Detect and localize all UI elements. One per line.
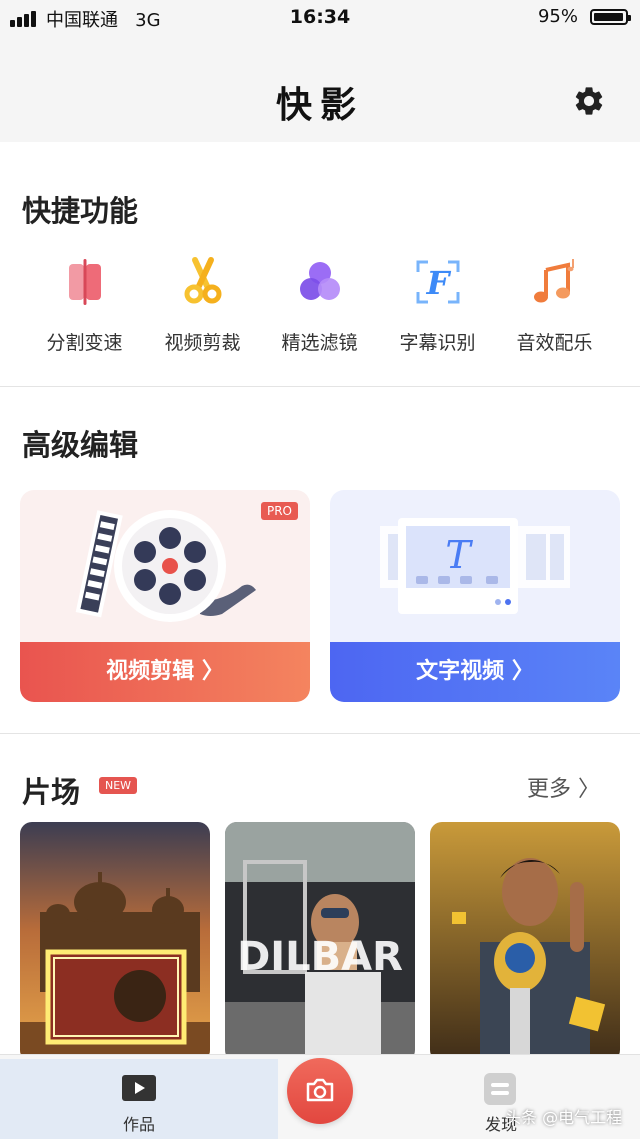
subtitle-recognition-icon: F	[416, 260, 460, 304]
battery-icon	[590, 9, 631, 25]
quick-function-label: 精选滤镜	[281, 332, 358, 354]
scene-thumbnail-trophy[interactable]	[430, 822, 620, 1062]
app-title: 快影	[275, 85, 364, 126]
tab-works-label: 作品	[122, 1115, 155, 1134]
quick-function-label: 字幕识别	[399, 332, 476, 354]
advanced-edit-title: 高级编辑	[22, 428, 139, 462]
quick-function-label: 音效配乐	[516, 332, 593, 354]
discover-icon	[484, 1073, 516, 1105]
play-video-icon	[122, 1075, 156, 1101]
text-video-letter: T	[445, 533, 473, 577]
dilbar-poster-image: DILBAR	[225, 822, 415, 1062]
new-badge: NEW	[99, 777, 138, 794]
more-link[interactable]: 更多 〉	[527, 771, 600, 803]
gear-icon[interactable]	[572, 84, 606, 118]
text-video-card[interactable]: T 文字视频 〉	[330, 490, 620, 702]
video-edit-button[interactable]: 视频剪辑 〉	[20, 642, 310, 702]
dilbar-text: DILBAR	[237, 934, 403, 980]
status-bar: 中国联通 3G 16:34 95%	[0, 0, 640, 36]
svg-text:F: F	[426, 264, 452, 302]
quick-function-video-crop[interactable]: 视频剪裁	[144, 256, 261, 356]
text-video-button[interactable]: 文字视频 〉	[330, 642, 620, 702]
battery-percent: 95%	[537, 6, 578, 27]
filter-circles-icon	[300, 262, 340, 300]
trophy-man-image	[430, 822, 620, 1062]
quick-function-label: 分割变速	[46, 332, 123, 354]
battery-fill	[594, 13, 623, 21]
section-divider	[0, 733, 640, 734]
scenes-title: 片场	[22, 775, 81, 809]
music-note-icon	[534, 259, 574, 303]
tab-works[interactable]: 作品	[0, 1059, 278, 1139]
watermark-text: 头条 @电气工程	[505, 1108, 623, 1127]
quick-function-music[interactable]: 音效配乐	[496, 256, 613, 356]
quick-function-subtitle[interactable]: F 字幕识别	[379, 256, 496, 356]
camera-icon	[306, 1078, 334, 1102]
text-video-icon: T	[380, 518, 570, 614]
section-divider	[0, 386, 640, 387]
quick-functions-title: 快捷功能	[22, 194, 139, 228]
video-edit-card[interactable]: PRO 视频剪辑 〉	[20, 490, 310, 702]
golden-temple-frame-image	[20, 822, 210, 1062]
pro-badge: PRO	[260, 502, 298, 520]
scene-thumbnail-dilbar[interactable]: DILBAR	[225, 822, 415, 1062]
split-speed-icon	[69, 259, 101, 305]
quick-function-label: 视频剪裁	[164, 332, 241, 354]
quick-function-filters[interactable]: 精选滤镜	[261, 256, 378, 356]
quick-function-split-speed[interactable]: 分割变速	[26, 256, 143, 356]
top-nav-bar: 快影	[0, 36, 640, 142]
camera-button[interactable]	[287, 1058, 353, 1124]
scene-thumbnail-golden-temple[interactable]	[20, 822, 210, 1062]
scissors-icon	[184, 257, 222, 304]
